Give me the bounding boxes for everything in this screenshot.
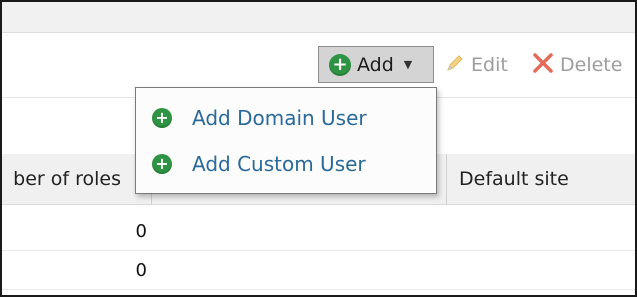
x-icon [532,52,554,79]
add-dropdown-menu: + Add Domain User + Add Custom User [135,87,437,194]
pencil-icon [445,53,465,78]
plus-circle-icon: + [152,154,172,174]
top-band [2,2,635,33]
menu-item-label: Add Domain User [192,106,367,130]
menu-item-add-custom-user[interactable]: + Add Custom User [136,142,436,186]
edit-button-label: Edit [471,54,508,76]
table-row[interactable]: 0 [2,212,635,251]
roles-cell: 0 [135,259,147,281]
column-header-roles[interactable]: ber of roles [2,154,152,204]
delete-button[interactable]: Delete [532,50,622,80]
chevron-down-icon: ▼ [403,58,413,71]
delete-button-label: Delete [560,54,623,76]
roles-cell: 0 [135,220,147,242]
plus-circle-icon: + [329,53,351,76]
table-row[interactable]: 0 [2,251,635,290]
edit-button[interactable]: Edit [445,50,508,80]
add-button-label: Add [357,53,394,76]
app-window: + Add ▼ Edit Delete ber of roles Default… [0,0,637,297]
menu-item-add-domain-user[interactable]: + Add Domain User [136,96,436,140]
column-header-default-site[interactable]: Default site [446,154,569,204]
plus-circle-icon: + [152,108,172,128]
add-button[interactable]: + Add ▼ [318,46,434,83]
menu-item-label: Add Custom User [192,152,366,176]
